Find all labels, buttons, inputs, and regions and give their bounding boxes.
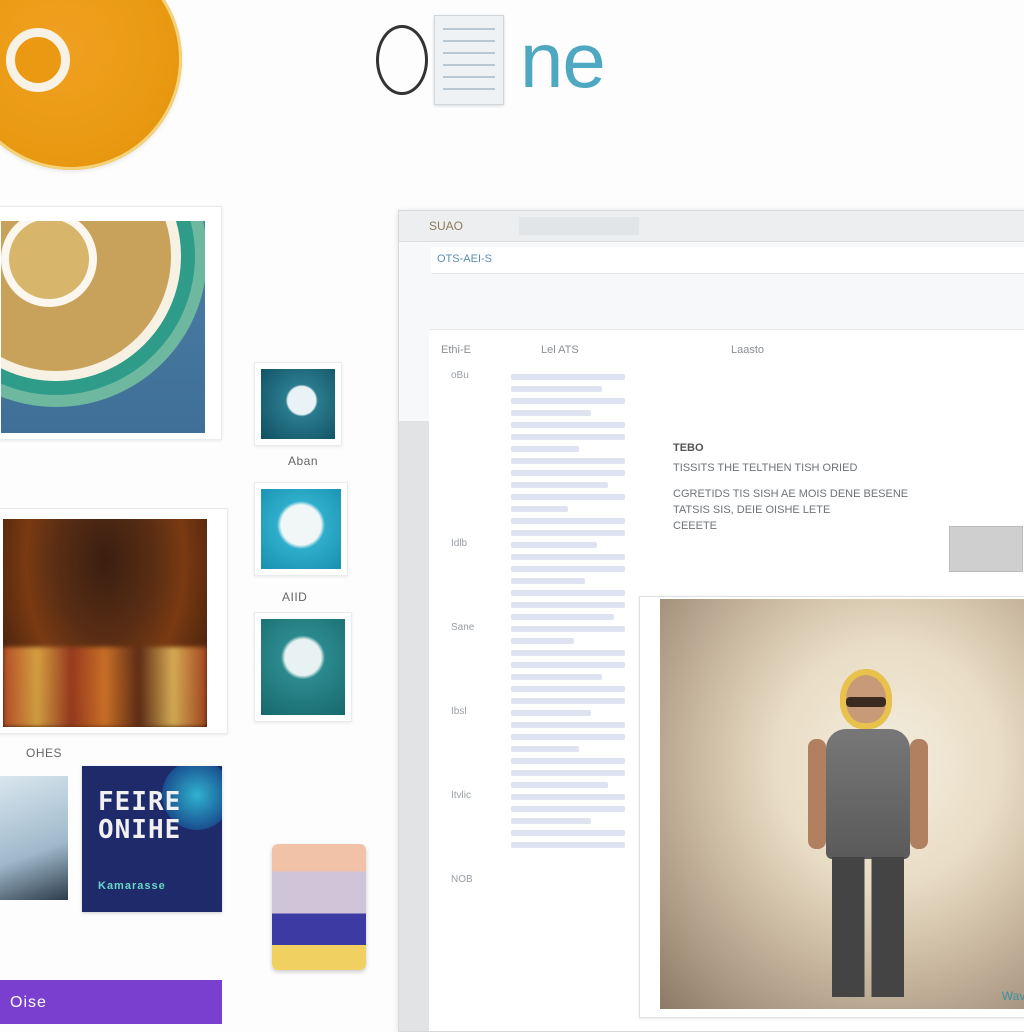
purple-banner[interactable]: Oise (0, 980, 222, 1024)
wordmark-o (376, 25, 428, 95)
side-label[interactable]: Ibsl (451, 706, 511, 790)
browser-window: SUAO OTS-AEI-S Ethi-E Lel ATS Laasto oBu… (398, 210, 1024, 1032)
article-line: CGRETIDS TIS SISH AE MOIS DENE BESENE (673, 488, 909, 500)
page-content: Ethi-E Lel ATS Laasto oBu Idlb Sane Ibsl… (429, 329, 1024, 1031)
side-label[interactable]: oBu (451, 370, 511, 454)
brand-wordmark: ne (376, 12, 606, 108)
content-tab-3[interactable]: Laasto (731, 344, 764, 356)
content-tab-2[interactable]: Lel ATS (541, 344, 579, 356)
window-tab[interactable] (519, 217, 639, 235)
side-labels: oBu Idlb Sane Ibsl Itvlic NOB (451, 370, 511, 958)
address-bar[interactable]: OTS-AEI-S (431, 247, 1024, 274)
gallery-tile-ring[interactable] (0, 206, 222, 440)
address-text: OTS-AEI-S (437, 253, 493, 265)
window-title: SUAO (429, 219, 464, 233)
featured-photo[interactable]: Wave (639, 596, 1024, 1018)
logo-icon (6, 28, 70, 92)
side-label[interactable]: Idlb (451, 538, 511, 622)
document-icon (434, 15, 504, 105)
side-label[interactable]: Itvlic (451, 790, 511, 874)
thumb-caption-1: Aban (288, 454, 319, 468)
section-caption: OHES (26, 746, 63, 760)
window-titlebar: SUAO (399, 211, 1024, 242)
gallery-thumb-1[interactable] (254, 362, 342, 446)
photo-caption: Wave (1001, 989, 1024, 1003)
poster-subtitle: Kamarasse (98, 880, 166, 892)
article-thumbnail[interactable] (949, 526, 1023, 572)
gallery-poster[interactable]: FEIRE ONIHE Kamarasse (82, 766, 222, 912)
thumb-caption-2: AIID (282, 590, 308, 604)
article-heading: TEBO (673, 442, 704, 454)
purple-banner-label: Oise (10, 994, 47, 1011)
gallery-box-item[interactable] (272, 844, 366, 970)
gallery-thumb-3[interactable] (254, 612, 352, 722)
article-line: TISSITS THE TELTHEN TISH ORIED (673, 462, 858, 474)
poster-title: FEIRE ONIHE (98, 787, 182, 845)
gallery-thumb-2[interactable] (254, 482, 348, 576)
window-left-rail (399, 421, 429, 1031)
side-label[interactable]: NOB (451, 874, 511, 958)
article-text: TEBO TISSITS THE TELTHEN TISH ORIED CGRE… (673, 440, 1024, 534)
side-label[interactable]: Sane (451, 622, 511, 706)
content-tabs: Ethi-E Lel ATS Laasto (441, 344, 1024, 362)
list-column (511, 368, 625, 854)
gallery-tile-blue[interactable] (0, 776, 68, 900)
wordmark-text: ne (520, 16, 606, 104)
gallery-tile-painting[interactable] (0, 508, 228, 734)
side-label[interactable] (451, 454, 511, 538)
person-figure (808, 669, 930, 999)
content-tab-1[interactable]: Ethi-E (441, 344, 471, 356)
article-line: TATSIS SIS, DEIE OISHE LETE (673, 504, 831, 516)
